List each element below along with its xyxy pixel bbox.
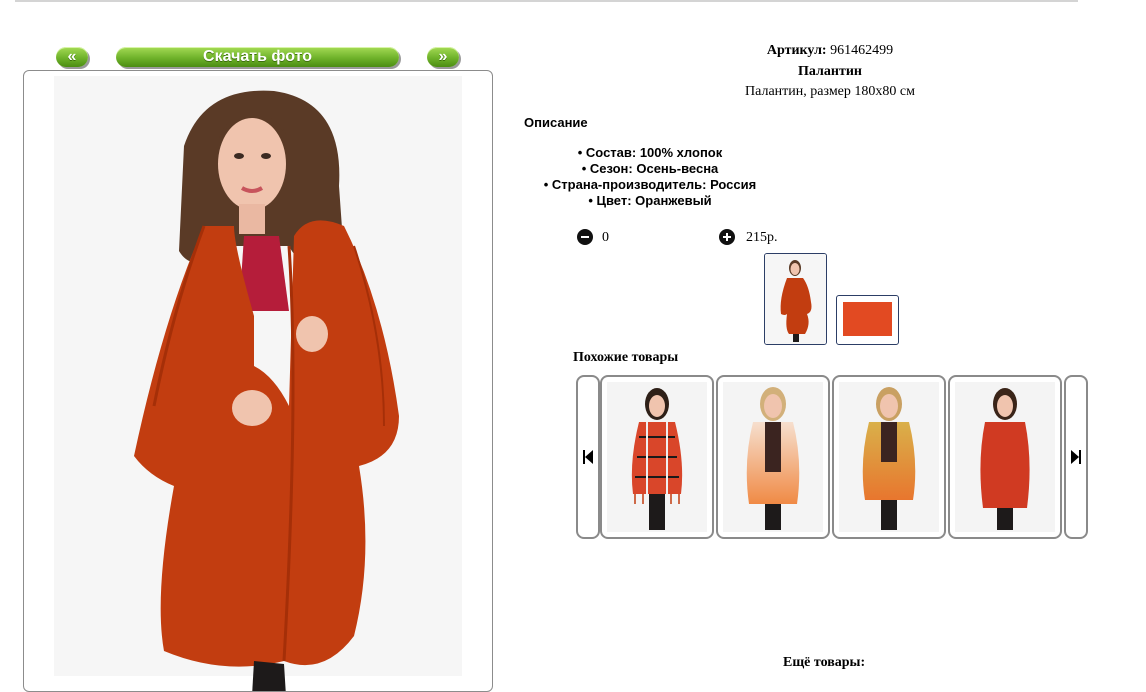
property-item: Цвет: Оранжевый (524, 193, 776, 209)
article-value: 961462499 (830, 43, 894, 58)
description-title: Описание (524, 115, 588, 130)
skip-prev-icon (583, 450, 593, 464)
top-divider (15, 0, 1078, 2)
photo-thumbnail-swatch[interactable] (836, 295, 899, 345)
main-photo-frame (23, 70, 493, 692)
prev-photo-button[interactable]: « (56, 47, 88, 67)
carousel-next-button[interactable] (1064, 375, 1088, 539)
similar-item-2[interactable] (716, 375, 830, 539)
similar-products-title: Похожие товары (573, 350, 679, 365)
increase-quantity-icon[interactable] (719, 229, 735, 245)
similar-item-4[interactable] (948, 375, 1062, 539)
product-name: Палантин (798, 64, 862, 79)
property-item: Сезон: Осень-весна (524, 161, 776, 177)
carousel-prev-button[interactable] (576, 375, 600, 539)
quantity-value: 0 (602, 230, 609, 245)
plaid-scarf-photo (631, 388, 683, 530)
article-line: Артикул: 961462499 (520, 42, 1140, 60)
skip-next-icon (1071, 450, 1081, 464)
properties-list: Состав: 100% хлопок Сезон: Осень-весна С… (524, 145, 776, 209)
decrease-quantity-icon[interactable] (577, 229, 593, 245)
product-subtitle: Палантин, размер 180х80 см (745, 84, 915, 99)
article-label: Артикул: (766, 43, 827, 58)
next-photo-button[interactable]: » (427, 47, 459, 67)
download-photo-button[interactable]: Скачать фото (116, 47, 399, 67)
similar-item-3[interactable] (832, 375, 946, 539)
peach-gradient-scarf-photo (746, 387, 800, 530)
property-item: Страна-производитель: Россия (524, 177, 776, 193)
similar-item-1[interactable] (600, 375, 714, 539)
photo-thumbnail-model[interactable] (764, 253, 827, 345)
property-item: Состав: 100% хлопок (524, 145, 776, 161)
mustard-orange-scarf-photo (862, 387, 916, 530)
color-swatch (843, 302, 892, 336)
price: 215р. (746, 230, 778, 245)
red-scarf-photo (980, 388, 1030, 530)
main-product-photo[interactable] (54, 76, 462, 692)
